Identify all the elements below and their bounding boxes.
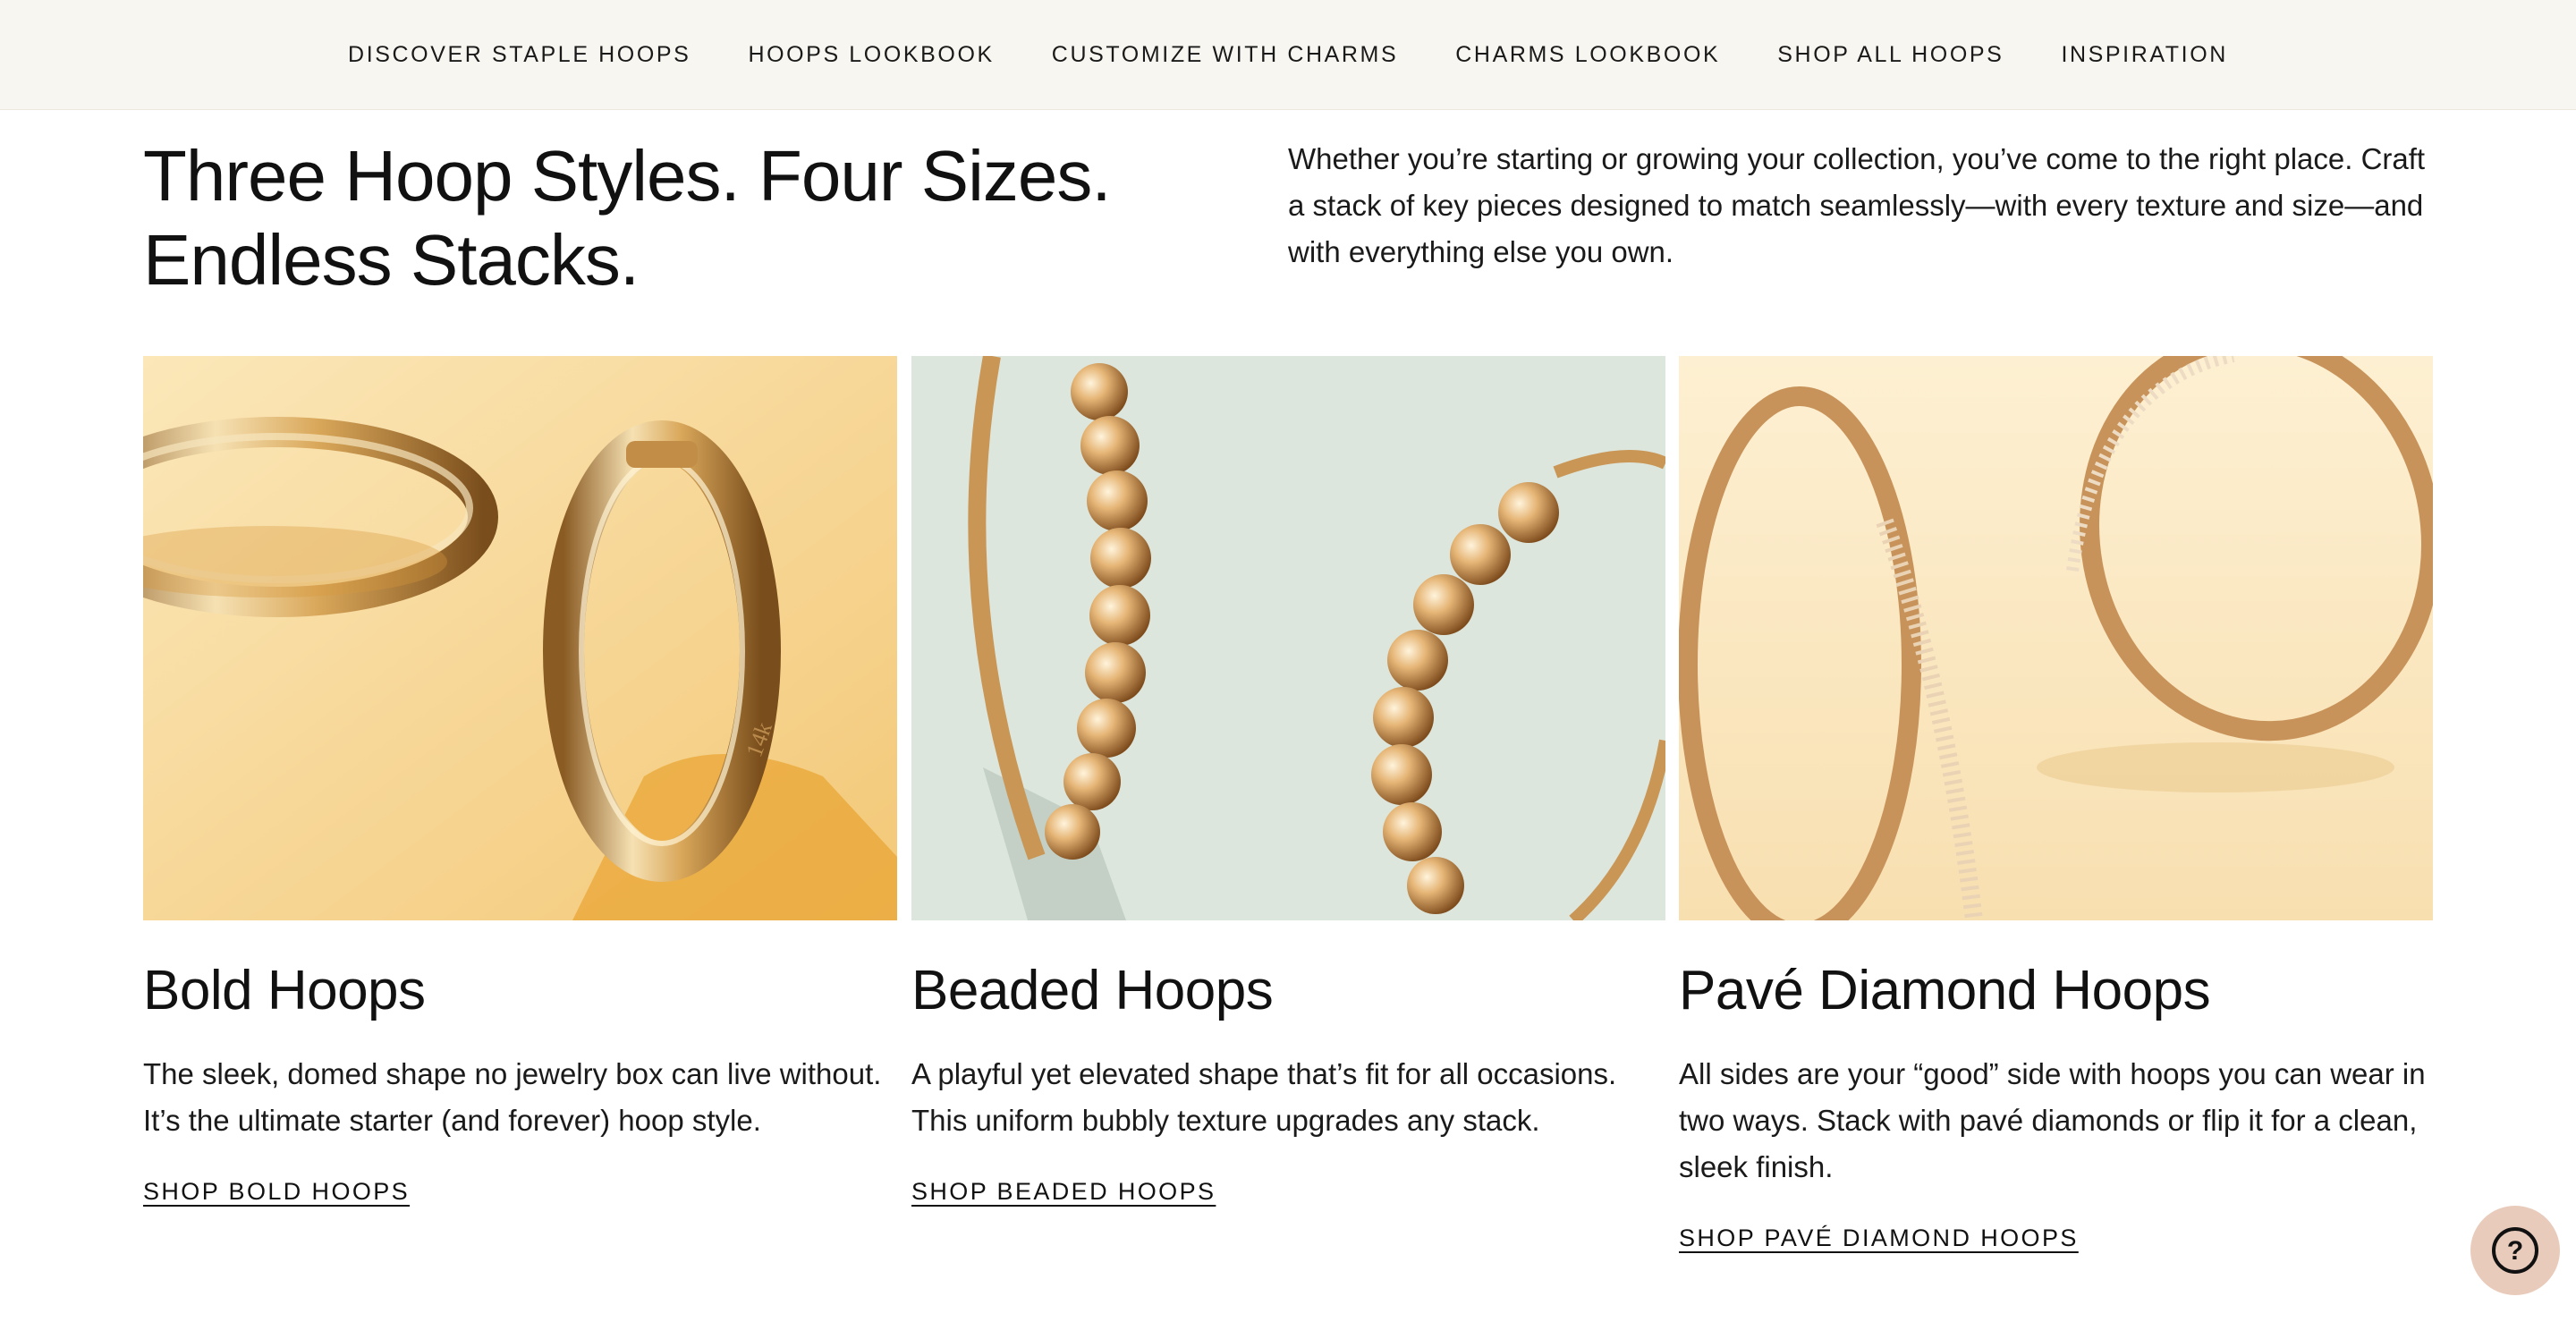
headline-line-2: Endless Stacks. — [143, 220, 640, 300]
top-navigation: DISCOVER STAPLE HOOPS HOOPS LOOKBOOK CUS… — [0, 0, 2576, 110]
nav-discover-staple-hoops[interactable]: DISCOVER STAPLE HOOPS — [348, 42, 691, 68]
nav-shop-all-hoops[interactable]: SHOP ALL HOOPS — [1777, 42, 2004, 68]
card-title: Beaded Hoops — [911, 960, 1274, 1021]
card-title: Bold Hoops — [143, 960, 426, 1021]
svg-text:?: ? — [2507, 1236, 2523, 1266]
bold-hoops-image[interactable]: 14k — [143, 356, 897, 920]
pave-diamond-hoops-image[interactable] — [1679, 356, 2433, 920]
help-button[interactable]: ? — [2470, 1206, 2560, 1295]
product-card-pave-diamond-hoops: Pavé Diamond Hoops All sides are your “g… — [1679, 356, 2433, 1252]
page-headline: Three Hoop Styles. Four Sizes. Endless S… — [143, 134, 1216, 302]
nav-hoops-lookbook[interactable]: HOOPS LOOKBOOK — [748, 42, 994, 68]
product-card-beaded-hoops: Beaded Hoops A playful yet elevated shap… — [911, 356, 1665, 1206]
shop-beaded-hoops-link[interactable]: SHOP BEADED HOOPS — [911, 1178, 1216, 1206]
nav-charms-lookbook[interactable]: CHARMS LOOKBOOK — [1455, 42, 1720, 68]
headline-line-1: Three Hoop Styles. Four Sizes. — [143, 136, 1112, 216]
card-description: All sides are your “good” side with hoop… — [1679, 1057, 2426, 1183]
card-title: Pavé Diamond Hoops — [1679, 960, 2211, 1021]
shop-bold-hoops-link[interactable]: SHOP BOLD HOOPS — [143, 1178, 410, 1206]
beaded-hoops-image[interactable] — [911, 356, 1665, 920]
card-description: The sleek, domed shape no jewelry box ca… — [143, 1057, 882, 1137]
intro-paragraph: Whether you’re starting or growing your … — [1288, 142, 2426, 268]
product-card-bold-hoops: 14k Bold Hoops The sleek, domed shape no… — [143, 356, 897, 1206]
card-description: A playful yet elevated shape that’s fit … — [911, 1057, 1617, 1137]
nav-customize-with-charms[interactable]: CUSTOMIZE WITH CHARMS — [1052, 42, 1398, 68]
question-mark-icon: ? — [2492, 1227, 2538, 1274]
nav-inspiration[interactable]: INSPIRATION — [2061, 42, 2228, 68]
shop-pave-diamond-hoops-link[interactable]: SHOP PAVÉ DIAMOND HOOPS — [1679, 1225, 2079, 1252]
